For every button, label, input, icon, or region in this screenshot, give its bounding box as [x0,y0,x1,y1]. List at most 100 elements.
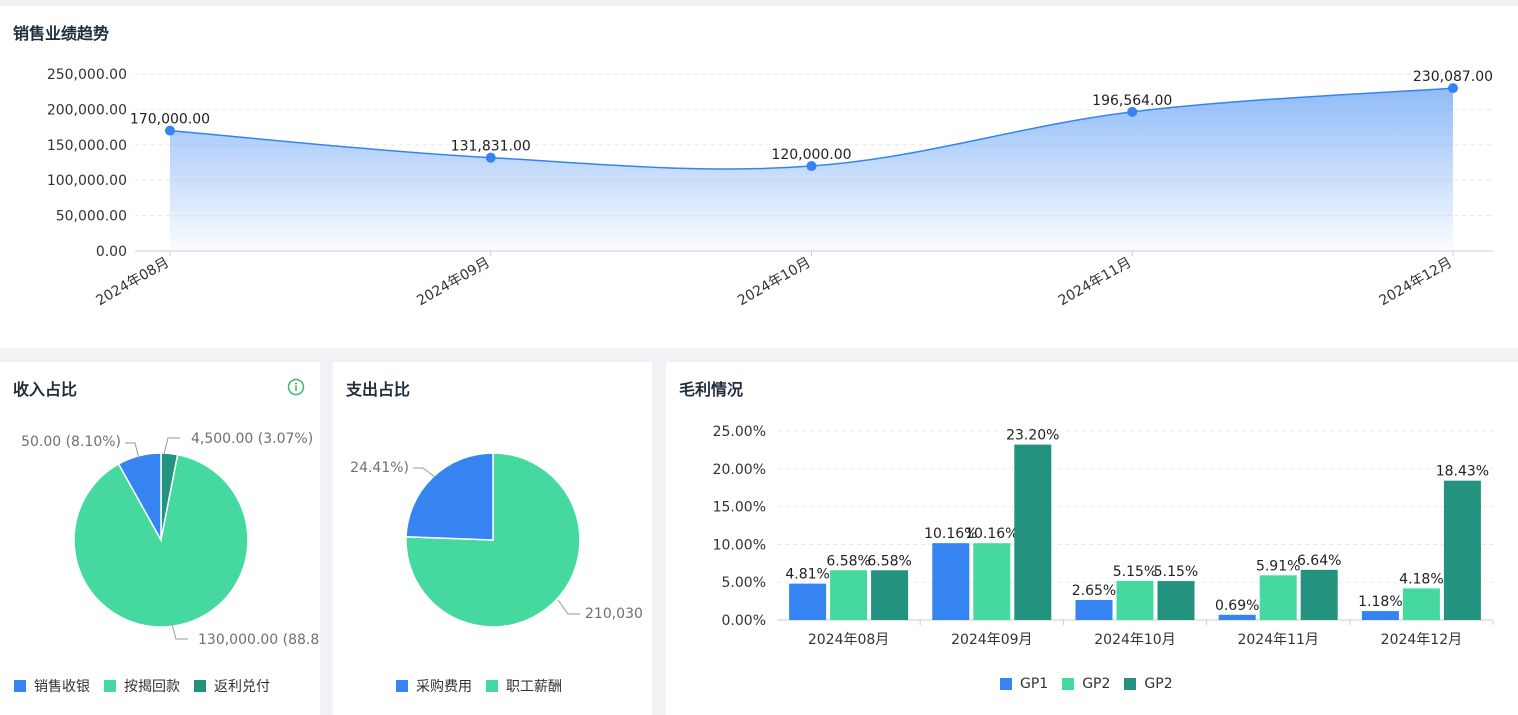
legend-item[interactable]: GP1 [1000,676,1048,692]
slice-label: 130,000.00 (88.83%) [198,632,320,648]
legend-item[interactable]: GP2 [1124,676,1173,692]
bar [973,543,1011,620]
bar-value-label: 4.81% [785,567,829,583]
y-tick-label: 15.00% [713,500,766,516]
y-tick-label: 20.00% [713,462,766,478]
legend-item[interactable]: 采购费用 [396,676,472,696]
slice-label: 210,030 [585,606,643,622]
bar-value-label: 18.43% [1436,464,1489,480]
label-leader-line [163,437,180,455]
legend-swatch [1124,678,1137,690]
bar-value-label: 6.64% [1297,553,1341,569]
legend-swatch [14,680,26,692]
gross-profit-legend: GP1 GP2 GP2 [1000,676,1173,692]
legend-item[interactable]: 销售收银 [14,676,90,696]
y-tick-label: 250,000.00 [47,67,127,83]
data-label: 196,564.00 [1092,93,1172,109]
legend-swatch [1000,678,1012,690]
legend-label: 职工薪酬 [506,679,562,695]
y-tick-label: 0.00 [96,244,127,260]
bar [1402,588,1440,620]
y-tick-label: 150,000.00 [47,138,127,154]
bar-value-label: 23.20% [1006,428,1059,444]
pie-slice [405,452,494,541]
bar [1218,614,1256,620]
bar [1361,611,1399,620]
legend-swatch [396,680,408,692]
bar [1300,569,1338,620]
x-tick-label: 2024年12月 [1381,632,1462,648]
legend-swatch [486,680,498,692]
data-label: 131,831.00 [451,139,531,155]
x-tick-label: 2024年08月 [808,632,889,648]
y-tick-label: 50,000.00 [56,209,127,225]
legend-item[interactable]: GP2 [1062,676,1110,692]
expense-legend: 采购费用 职工薪酬 [396,676,562,696]
data-label: 230,087.00 [1413,69,1493,85]
bar-value-label: 6.58% [867,553,911,569]
bar [830,570,868,620]
x-tick-label: 2024年09月 [951,632,1032,648]
bar [1014,444,1052,620]
bar-value-label: 2.65% [1072,583,1116,599]
x-tick-label: 2024年08月 [93,255,172,310]
bar [1259,575,1297,620]
legend-swatch [1062,678,1075,690]
expense-card: 支出占比 210,030 24.41%) 采购费用 职工薪酬 [333,362,652,715]
bar [871,570,909,620]
bar [789,583,827,620]
gross-profit-chart: 0.00% 5.00% 10.00% 15.00% 20.00% 25.00% 2024年0… [713,424,1494,648]
x-tick-label: 2024年11月 [1237,632,1318,648]
legend-item[interactable]: 按揭回款 [104,676,180,696]
legend-swatch [104,680,116,692]
income-card: 收入占比 4,500.00 (3.07%)130,000.00 (88.83%)… [0,362,320,715]
bar [932,543,970,620]
x-tick-label: 2024年09月 [414,255,493,310]
legend-swatch [194,680,206,692]
y-tick-label: 10.00% [713,537,766,553]
income-legend: 销售收银 按揭回款 返利兑付 [14,676,270,696]
bar [1075,599,1113,620]
data-label: 170,000.00 [130,112,210,128]
y-tick-label: 100,000.00 [47,173,127,189]
x-tick-label: 2024年12月 [1376,255,1455,310]
bar-value-label: 6.58% [826,553,870,569]
data-label: 120,000.00 [771,147,851,163]
legend-label: GP1 [1020,676,1049,692]
legend-label: 销售收银 [34,679,90,695]
sales-trend-chart: 0.00 50,000.00 100,000.00 150,000.00 200,000… [47,67,1493,310]
bar-value-label: 5.15% [1113,564,1157,580]
bar-value-label: 10.16% [965,526,1018,542]
slice-label: 24.41%) [350,460,409,476]
y-tick-label: 0.00% [722,613,766,629]
sales-trend-card: 销售业绩趋势 0.00 50,000.00 100,000.00 150,000.00… [0,6,1518,348]
x-tick-label: 2024年10月 [735,255,814,310]
slice-label: 4,500.00 (3.07%) [191,431,313,447]
bar [1443,480,1481,620]
label-leader-line [413,467,436,478]
legend-item[interactable]: 返利兑付 [194,676,270,696]
bar-value-label: 4.18% [1399,571,1443,587]
income-pie-chart: 4,500.00 (3.07%) 130,000.00 (88.83%) 50.00… [21,431,320,648]
bar-value-label: 5.15% [1154,564,1198,580]
legend-label: GP2 [1144,676,1173,692]
bar [1116,581,1154,620]
bar-value-label: 5.91% [1256,558,1300,574]
legend-label: 采购费用 [416,679,472,695]
legend-label: 按揭回款 [124,679,180,695]
x-tick-label: 2024年11月 [1056,255,1135,310]
gross-profit-card: 毛利情况 0.00% 5.00% 10.00% 15.00% 20.00% 25.00% 2… [666,362,1518,715]
bar-value-label: 0.69% [1215,598,1259,614]
x-tick-label: 2024年10月 [1094,632,1175,648]
bar [1157,581,1195,620]
label-leader-line [557,599,580,615]
y-tick-label: 5.00% [722,575,766,591]
expense-pie-chart: 210,030 24.41%) [350,452,643,628]
legend-label: 返利兑付 [214,679,270,695]
y-tick-label: 200,000.00 [47,102,127,118]
legend-item[interactable]: 职工薪酬 [486,676,562,696]
slice-label: 50.00 (8.10%) [21,434,121,450]
bar-value-label: 1.18% [1358,594,1402,610]
y-tick-label: 25.00% [713,424,766,440]
legend-label: GP2 [1082,676,1111,692]
